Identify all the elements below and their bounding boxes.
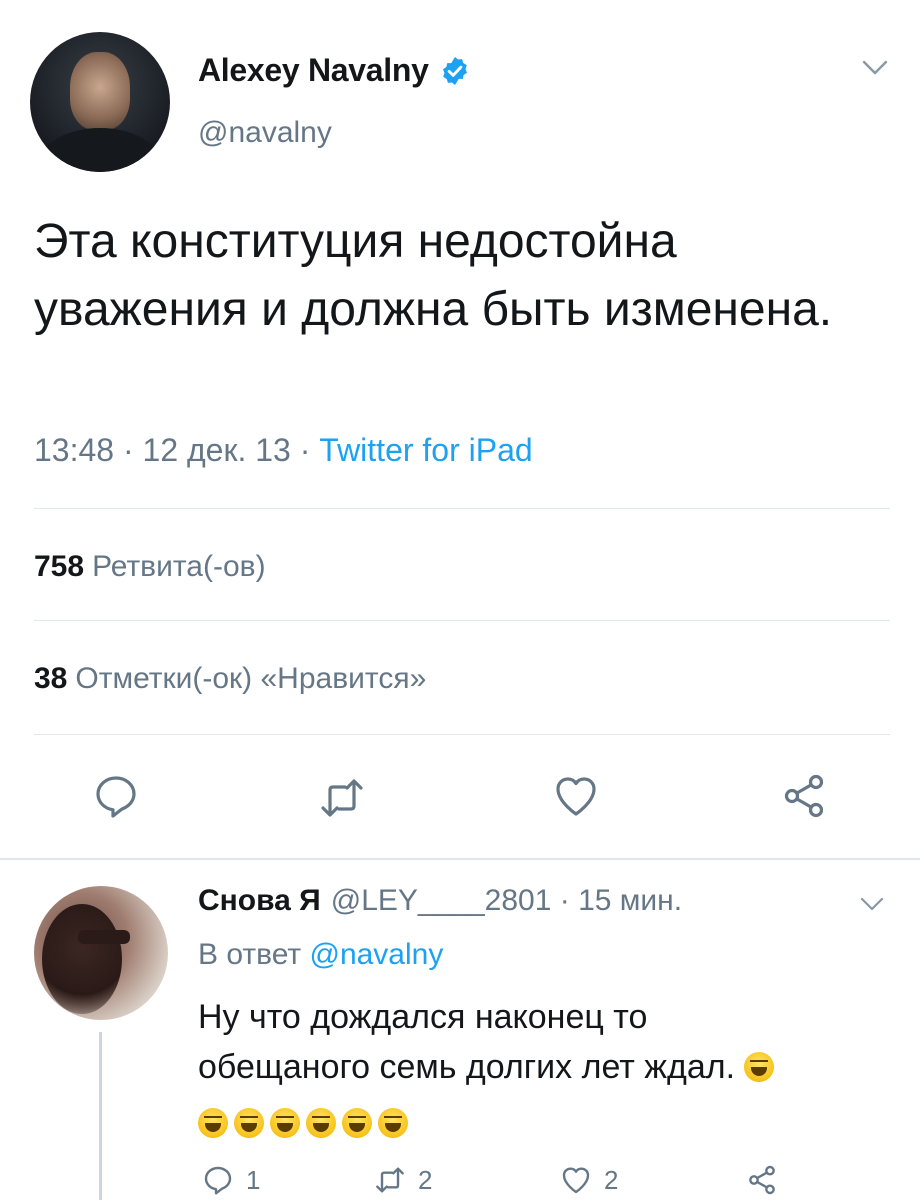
in-reply-to-mention[interactable]: @navalny [309,938,443,971]
emoji-grinning-squinting-icon [306,1108,336,1138]
author-name[interactable]: Alexey Navalny [198,52,429,89]
reply-like-count: 2 [604,1164,619,1195]
section-divider [0,858,920,860]
emoji-grinning-squinting-icon [744,1052,775,1082]
reply-icon [204,1166,232,1195]
reply-like-button[interactable]: 2 [560,1164,618,1196]
author-name-row[interactable]: Alexey Navalny [198,52,471,89]
meta-separator: · [114,432,143,468]
reply-reply-count: 1 [246,1164,261,1195]
reply-retweet-count: 2 [418,1164,433,1195]
likes-count: 38 [34,662,68,695]
reply-header: Снова Я @LEY____2801 · 15 мин. [198,884,682,918]
emoji-grinning-squinting-icon [378,1108,408,1138]
author-handle[interactable]: @navalny [198,116,332,150]
meta-separator: · [290,432,320,468]
retweets-stat[interactable]: 758 Ретвита(-ов) [34,550,266,584]
tweet-time: 13:48 [34,432,115,468]
divider [34,734,890,735]
likes-stat[interactable]: 38 Отметки(-ок) «Нравится» [34,662,426,696]
reply-action-bar: 1 2 2 [198,1164,898,1200]
retweets-label: Ретвита(-ов) [92,550,266,583]
retweets-count: 758 [34,550,85,583]
reply-author-name[interactable]: Снова Я [198,884,321,917]
reply-age[interactable]: 15 мин. [578,884,682,917]
reply-text-line-2: обещаного семь долгих лет ждал. [198,1042,888,1092]
like-icon [562,1167,590,1194]
retweet-icon[interactable] [318,774,366,822]
emoji-grinning-squinting-icon [198,1108,228,1138]
verified-badge-icon [439,55,471,87]
retweet-icon [376,1167,404,1193]
in-reply-to: В ответ @navalny [198,938,443,972]
share-icon[interactable] [780,772,828,820]
reply-share-button[interactable] [746,1164,790,1196]
thread-line [99,1032,102,1200]
tweet-meta: 13:48 · 12 дек. 13 · Twitter for iPad [34,432,533,469]
in-reply-to-prefix: В ответ [198,938,310,971]
tweet-date[interactable]: 12 дек. 13 [143,432,291,468]
reply-emoji-row [198,1098,888,1148]
chevron-down-icon[interactable] [860,896,884,914]
reply-retweet-button[interactable]: 2 [374,1164,432,1196]
meta-separator: · [551,884,579,917]
emoji-grinning-squinting-icon [270,1108,300,1138]
reply-author-handle[interactable]: @LEY____2801 [331,884,552,917]
share-icon [749,1165,775,1195]
tweet-source-link[interactable]: Twitter for iPad [319,432,532,468]
reply-author-avatar[interactable] [34,886,168,1020]
divider [34,620,890,621]
emoji-grinning-squinting-icon [342,1108,372,1138]
emoji-grinning-squinting-icon [234,1108,264,1138]
like-icon[interactable] [552,772,600,820]
reply-text: Ну что дождался наконец то обещаного сем… [198,992,888,1148]
divider [34,508,890,509]
reply-text-line: Ну что дождался наконец то [198,998,648,1036]
author-avatar[interactable] [30,32,170,172]
chevron-down-icon[interactable] [862,58,888,78]
reply-icon[interactable] [92,772,140,820]
reply-reply-button[interactable]: 1 [202,1164,260,1196]
tweet-text: Эта конституция недостойна уважения и до… [34,215,833,336]
likes-label: Отметки(-ок) «Нравится» [75,662,427,695]
